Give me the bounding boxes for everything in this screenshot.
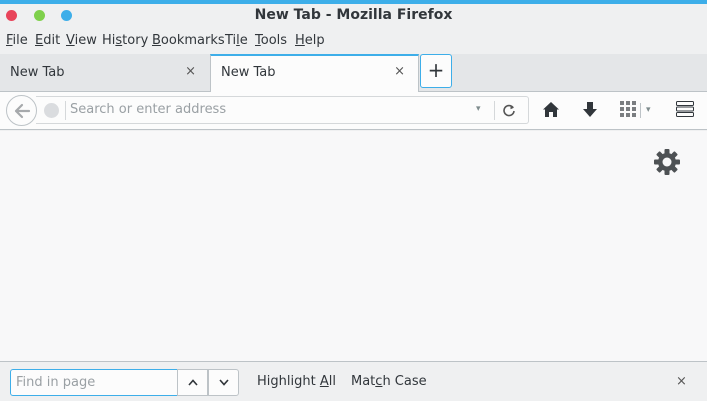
menu-history[interactable]: History bbox=[102, 33, 148, 48]
window-title: New Tab - Mozilla Firefox bbox=[254, 7, 453, 23]
menu-view[interactable]: View bbox=[66, 33, 97, 48]
menu-tools[interactable]: Tools bbox=[255, 33, 287, 48]
find-next-button[interactable] bbox=[208, 369, 239, 396]
tab-close-icon[interactable]: × bbox=[185, 64, 196, 79]
tiles-dropdown-icon[interactable]: ▾ bbox=[646, 105, 651, 115]
globe-icon bbox=[44, 103, 59, 118]
tab-new-tab-2[interactable]: New Tab × bbox=[210, 54, 419, 93]
highlight-all-toggle[interactable]: Highlight All bbox=[257, 374, 336, 389]
url-separator bbox=[494, 101, 495, 120]
menu-bookmarks[interactable]: Bookmarks bbox=[152, 33, 225, 48]
back-button[interactable] bbox=[6, 95, 37, 126]
tiles-icon[interactable] bbox=[620, 101, 636, 121]
match-case-toggle[interactable]: Match Case bbox=[351, 374, 427, 389]
chevron-down-icon bbox=[219, 379, 229, 386]
gear-icon[interactable] bbox=[653, 148, 681, 180]
url-separator bbox=[65, 101, 66, 120]
toolbar-separator bbox=[640, 103, 641, 118]
find-bar-close-icon[interactable]: × bbox=[676, 374, 687, 389]
hamburger-menu-icon[interactable] bbox=[676, 101, 694, 121]
tab-label: New Tab bbox=[221, 65, 276, 80]
back-arrow-icon bbox=[14, 103, 31, 119]
reload-icon[interactable] bbox=[502, 103, 516, 121]
url-dropdown-icon[interactable]: ▾ bbox=[476, 104, 481, 114]
new-tab-button[interactable]: + bbox=[420, 54, 452, 88]
menu-tile[interactable]: Tile bbox=[225, 33, 248, 48]
menubar: File Edit View History Bookmarks Tile To… bbox=[0, 30, 707, 54]
navigation-toolbar: ▾ ▾ bbox=[0, 92, 707, 130]
find-previous-button[interactable] bbox=[177, 369, 208, 396]
find-in-page-input[interactable] bbox=[10, 369, 178, 396]
menu-file[interactable]: File bbox=[6, 33, 28, 48]
tab-new-tab-1[interactable]: New Tab × bbox=[0, 54, 209, 92]
window-titlebar: New Tab - Mozilla Firefox bbox=[0, 0, 707, 30]
download-icon[interactable] bbox=[582, 101, 598, 122]
menu-edit[interactable]: Edit bbox=[35, 33, 60, 48]
home-icon[interactable] bbox=[542, 101, 560, 122]
menu-help[interactable]: Help bbox=[295, 33, 325, 48]
tab-label: New Tab bbox=[10, 65, 65, 80]
address-input[interactable] bbox=[70, 102, 470, 117]
tab-strip: New Tab × New Tab × + bbox=[0, 54, 707, 93]
find-bar: Highlight All Match Case × bbox=[0, 361, 707, 401]
url-bar[interactable]: ▾ bbox=[36, 96, 529, 124]
page-content bbox=[0, 131, 707, 361]
chevron-up-icon bbox=[188, 379, 198, 386]
tab-close-icon[interactable]: × bbox=[394, 64, 405, 79]
